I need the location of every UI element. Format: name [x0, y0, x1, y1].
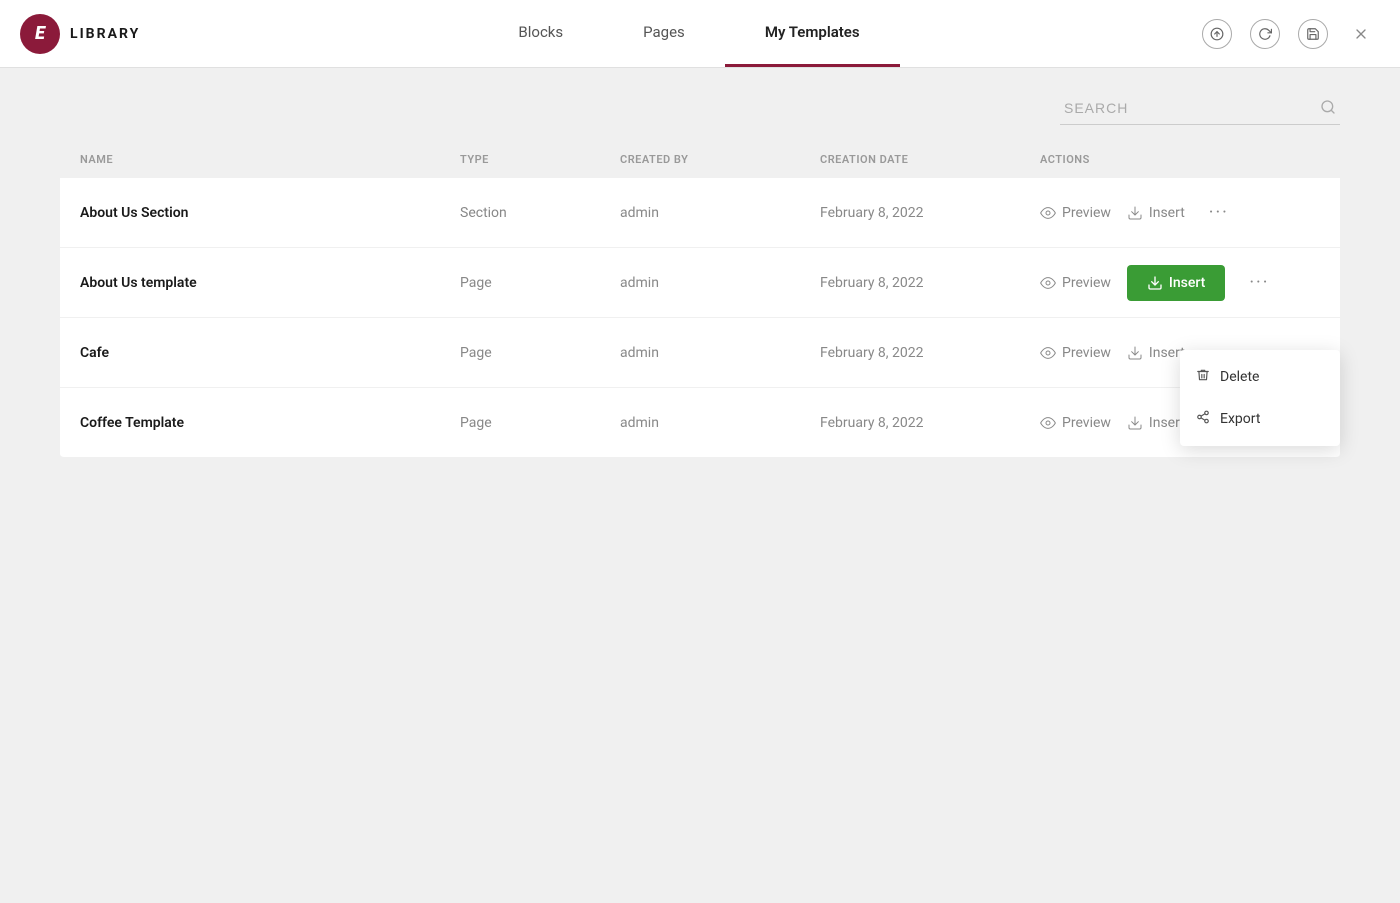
logo-text: LIBRARY [70, 26, 140, 42]
logo-icon: E [20, 14, 60, 54]
trash-icon [1196, 368, 1210, 386]
row-date: February 8, 2022 [820, 275, 1040, 291]
insert-highlighted-button[interactable]: Insert [1127, 265, 1225, 301]
refresh-button[interactable] [1250, 19, 1280, 49]
upload-button[interactable] [1202, 19, 1232, 49]
preview-button[interactable]: Preview [1040, 415, 1111, 431]
search-input-wrap [1060, 92, 1340, 125]
logo-area: E LIBRARY [0, 14, 200, 54]
preview-button[interactable]: Preview [1040, 205, 1111, 221]
preview-button[interactable]: Preview [1040, 345, 1111, 361]
more-actions-button[interactable]: ··· [1201, 198, 1237, 227]
header-actions [1178, 19, 1400, 49]
col-type: TYPE [460, 153, 620, 166]
nav-tabs: Blocks Pages My Templates [200, 0, 1178, 67]
col-created-by: CREATED BY [620, 153, 820, 166]
row-type: Page [460, 415, 620, 431]
preview-button[interactable]: Preview [1040, 275, 1111, 291]
save-button[interactable] [1298, 19, 1328, 49]
table-row: Cafe Page admin February 8, 2022 Preview… [60, 318, 1340, 388]
insert-button[interactable]: Insert [1127, 415, 1185, 431]
search-icon [1320, 99, 1336, 119]
row-type: Page [460, 345, 620, 361]
row-actions: Preview Insert ··· [1040, 265, 1320, 301]
row-name: Cafe [80, 345, 460, 361]
dropdown-export-item[interactable]: Export [1180, 398, 1340, 440]
tab-blocks[interactable]: Blocks [478, 0, 603, 67]
row-date: February 8, 2022 [820, 205, 1040, 221]
close-button[interactable] [1346, 19, 1376, 49]
row-name: About Us Section [80, 205, 460, 221]
row-date: February 8, 2022 [820, 415, 1040, 431]
row-actions: Preview Insert ··· [1040, 198, 1320, 227]
row-created-by: admin [620, 205, 820, 221]
export-icon [1196, 410, 1210, 428]
tab-pages[interactable]: Pages [603, 0, 725, 67]
insert-button[interactable]: Insert [1127, 205, 1185, 221]
export-label: Export [1220, 411, 1260, 427]
row-created-by: admin [620, 345, 820, 361]
header: E LIBRARY Blocks Pages My Templates [0, 0, 1400, 68]
insert-button[interactable]: Insert [1127, 345, 1185, 361]
delete-label: Delete [1220, 369, 1259, 385]
table-row: About Us Section Section admin February … [60, 178, 1340, 248]
row-name: Coffee Template [80, 415, 460, 431]
row-date: February 8, 2022 [820, 345, 1040, 361]
search-bar [60, 92, 1340, 125]
table-header: NAME TYPE CREATED BY CREATION DATE ACTIO… [60, 145, 1340, 174]
col-creation-date: CREATION DATE [820, 153, 1040, 166]
row-type: Page [460, 275, 620, 291]
tab-my-templates[interactable]: My Templates [725, 0, 900, 67]
row-created-by: admin [620, 275, 820, 291]
col-name: NAME [80, 153, 460, 166]
col-actions: ACTIONS [1040, 153, 1320, 166]
row-created-by: admin [620, 415, 820, 431]
table-row: Coffee Template Page admin February 8, 2… [60, 388, 1340, 458]
table-row: About Us template Page admin February 8,… [60, 248, 1340, 318]
more-actions-button[interactable]: ··· [1241, 268, 1277, 297]
dropdown-delete-item[interactable]: Delete [1180, 356, 1340, 398]
search-input[interactable] [1060, 92, 1340, 125]
row-type: Section [460, 205, 620, 221]
content: NAME TYPE CREATED BY CREATION DATE ACTIO… [0, 68, 1400, 903]
dropdown-menu: Delete Export [1180, 350, 1340, 446]
row-name: About Us template [80, 275, 460, 291]
